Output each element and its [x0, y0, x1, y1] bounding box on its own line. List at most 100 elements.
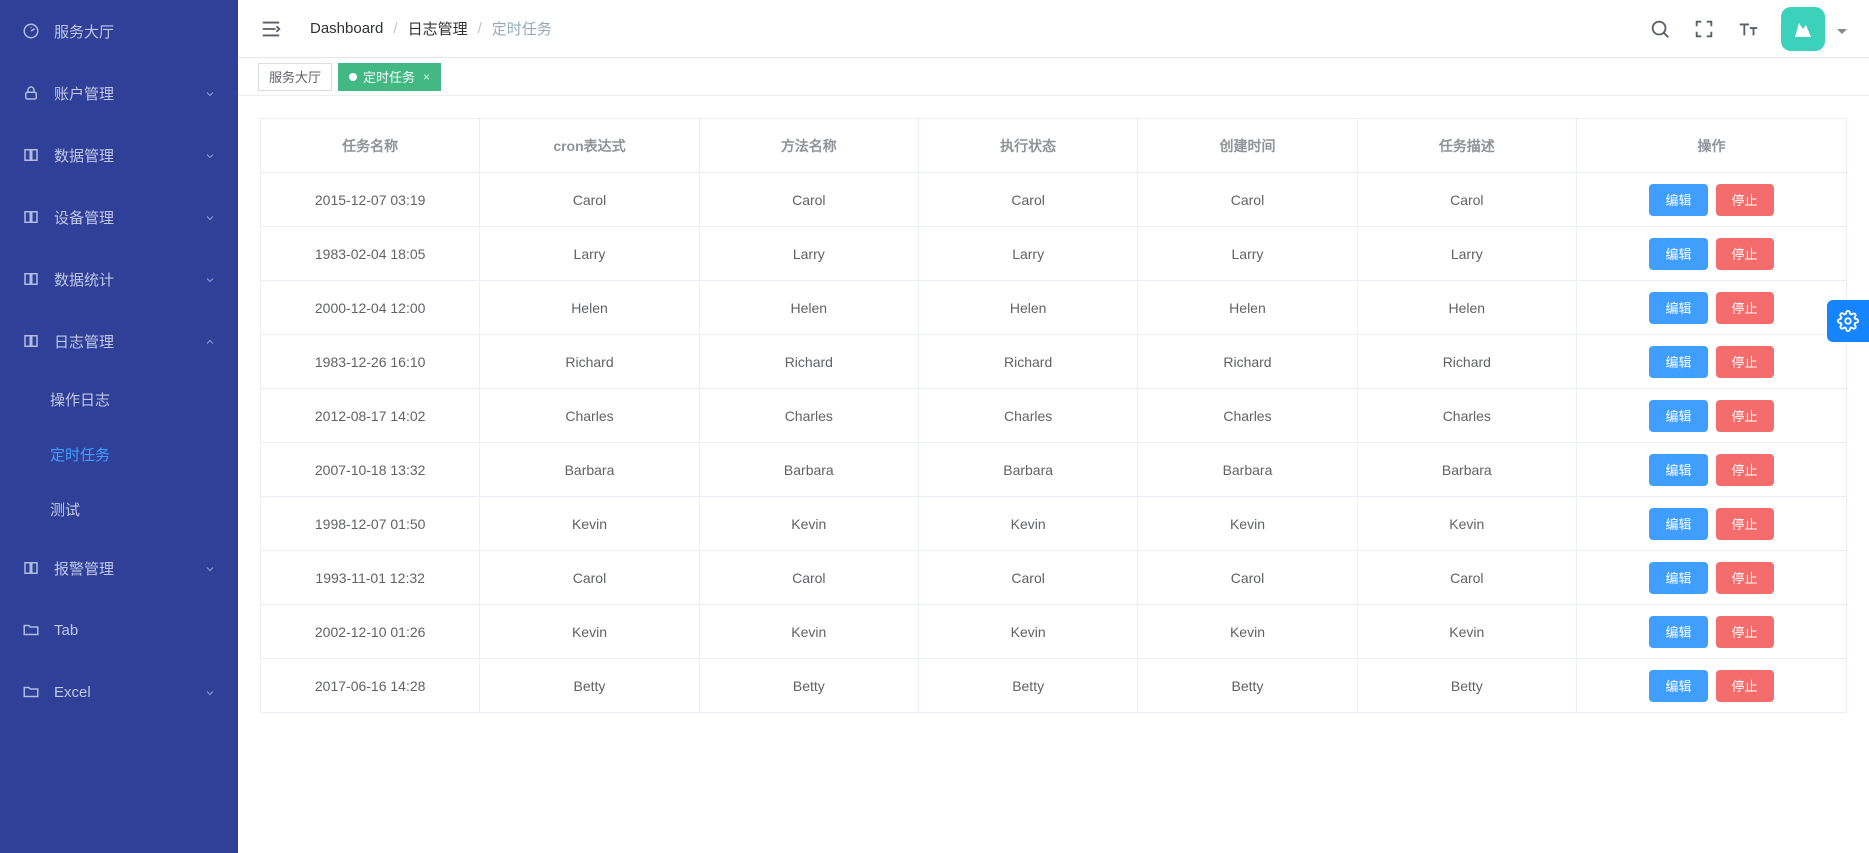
sidebar-item-label: 设备管理 — [54, 207, 114, 228]
table-cell: Kevin — [480, 605, 699, 659]
table-cell: 1983-12-26 16:10 — [261, 335, 480, 389]
table-cell: Barbara — [1138, 443, 1357, 497]
stop-button[interactable]: 停止 — [1716, 238, 1774, 270]
actions-cell: 编辑停止 — [1577, 551, 1847, 605]
sidebar-item-label: 账户管理 — [54, 83, 114, 104]
table-cell: Betty — [918, 659, 1137, 713]
edit-button[interactable]: 编辑 — [1649, 184, 1707, 216]
table-cell: Carol — [699, 551, 918, 605]
tag-label: 服务大厅 — [269, 67, 321, 86]
tags-bar: 服务大厅 定时任务 × — [238, 58, 1869, 96]
table-cell: 2012-08-17 14:02 — [261, 389, 480, 443]
sidebar-item[interactable]: 数据管理 — [0, 124, 238, 186]
table-cell: Betty — [1357, 659, 1576, 713]
sidebar-item[interactable]: 报警管理 — [0, 537, 238, 599]
table-cell: Larry — [480, 227, 699, 281]
settings-drawer-button[interactable] — [1827, 300, 1869, 342]
sidebar-item[interactable]: 账户管理 — [0, 62, 238, 124]
table-cell: 2007-10-18 13:32 — [261, 443, 480, 497]
table-cell: Kevin — [1138, 497, 1357, 551]
table-cell: Kevin — [1138, 605, 1357, 659]
table-row: 1983-02-04 18:05LarryLarryLarryLarryLarr… — [261, 227, 1847, 281]
sidebar-item[interactable]: Excel — [0, 661, 238, 723]
layers-icon — [22, 559, 40, 577]
layers-icon — [22, 146, 40, 164]
actions-cell: 编辑停止 — [1577, 173, 1847, 227]
edit-button[interactable]: 编辑 — [1649, 670, 1707, 702]
table-cell: 2015-12-07 03:19 — [261, 173, 480, 227]
actions-cell: 编辑停止 — [1577, 227, 1847, 281]
chevron-down-icon[interactable] — [1837, 24, 1847, 34]
stop-button[interactable]: 停止 — [1716, 454, 1774, 486]
table-cell: Carol — [1138, 551, 1357, 605]
search-icon[interactable] — [1649, 18, 1671, 40]
table-cell: Carol — [1357, 173, 1576, 227]
sidebar-item[interactable]: Tab — [0, 599, 238, 661]
sidebar-subitem[interactable]: 定时任务 — [0, 427, 238, 482]
stop-button[interactable]: 停止 — [1716, 184, 1774, 216]
stop-button[interactable]: 停止 — [1716, 292, 1774, 324]
avatar[interactable] — [1781, 7, 1825, 51]
breadcrumb-sep: / — [393, 20, 397, 37]
stop-button[interactable]: 停止 — [1716, 346, 1774, 378]
actions-cell: 编辑停止 — [1577, 497, 1847, 551]
table-cell: Larry — [1138, 227, 1357, 281]
tag-label: 定时任务 — [363, 67, 415, 86]
edit-button[interactable]: 编辑 — [1649, 562, 1707, 594]
table-cell: Richard — [918, 335, 1137, 389]
sidebar-item[interactable]: 日志管理 — [0, 310, 238, 372]
hamburger-icon[interactable] — [260, 18, 282, 40]
stop-button[interactable]: 停止 — [1716, 508, 1774, 540]
column-header: 操作 — [1577, 119, 1847, 173]
layers-icon — [22, 270, 40, 288]
sidebar-item-label: 数据统计 — [54, 269, 114, 290]
task-table: 任务名称cron表达式方法名称执行状态创建时间任务描述操作 2015-12-07… — [260, 118, 1847, 713]
sidebar-item[interactable]: 设备管理 — [0, 186, 238, 248]
table-cell: 2002-12-10 01:26 — [261, 605, 480, 659]
font-size-icon[interactable] — [1737, 18, 1759, 40]
edit-button[interactable]: 编辑 — [1649, 346, 1707, 378]
sidebar-subitem[interactable]: 操作日志 — [0, 372, 238, 427]
sidebar: 服务大厅账户管理数据管理设备管理数据统计日志管理操作日志定时任务测试报警管理Ta… — [0, 0, 238, 853]
table-cell: Kevin — [1357, 605, 1576, 659]
edit-button[interactable]: 编辑 — [1649, 508, 1707, 540]
breadcrumb-item[interactable]: 日志管理 — [408, 18, 468, 39]
edit-button[interactable]: 编辑 — [1649, 238, 1707, 270]
edit-button[interactable]: 编辑 — [1649, 292, 1707, 324]
actions-cell: 编辑停止 — [1577, 443, 1847, 497]
stop-button[interactable]: 停止 — [1716, 616, 1774, 648]
actions-cell: 编辑停止 — [1577, 281, 1847, 335]
table-cell: 1983-02-04 18:05 — [261, 227, 480, 281]
table-cell: Helen — [1138, 281, 1357, 335]
view-tag[interactable]: 定时任务 × — [338, 63, 441, 91]
stop-button[interactable]: 停止 — [1716, 670, 1774, 702]
stop-button[interactable]: 停止 — [1716, 400, 1774, 432]
table-cell: Barbara — [699, 443, 918, 497]
chevron-down-icon — [204, 211, 216, 223]
layers-icon — [22, 208, 40, 226]
fullscreen-icon[interactable] — [1693, 18, 1715, 40]
table-cell: Charles — [918, 389, 1137, 443]
breadcrumb-item: 定时任务 — [492, 18, 552, 39]
chevron-up-icon — [204, 335, 216, 347]
table-row: 2017-06-16 14:28BettyBettyBettyBettyBett… — [261, 659, 1847, 713]
table-cell: Barbara — [480, 443, 699, 497]
edit-button[interactable]: 编辑 — [1649, 454, 1707, 486]
sidebar-item[interactable]: 数据统计 — [0, 248, 238, 310]
sidebar-subitem[interactable]: 测试 — [0, 482, 238, 537]
close-icon[interactable]: × — [423, 70, 430, 84]
breadcrumb-item[interactable]: Dashboard — [310, 20, 383, 37]
chevron-down-icon — [204, 686, 216, 698]
table-cell: Carol — [918, 173, 1137, 227]
table-cell: Helen — [1357, 281, 1576, 335]
table-cell: Helen — [480, 281, 699, 335]
edit-button[interactable]: 编辑 — [1649, 400, 1707, 432]
table-row: 2000-12-04 12:00HelenHelenHelenHelenHele… — [261, 281, 1847, 335]
sidebar-item[interactable]: 服务大厅 — [0, 0, 238, 62]
table-cell: Carol — [699, 173, 918, 227]
view-tag[interactable]: 服务大厅 — [258, 63, 332, 91]
edit-button[interactable]: 编辑 — [1649, 616, 1707, 648]
stop-button[interactable]: 停止 — [1716, 562, 1774, 594]
chevron-down-icon — [204, 87, 216, 99]
table-row: 2002-12-10 01:26KevinKevinKevinKevinKevi… — [261, 605, 1847, 659]
